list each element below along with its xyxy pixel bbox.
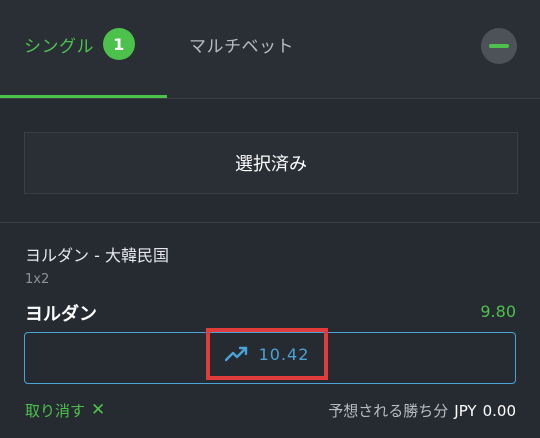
cancel-button[interactable]: 取り消す ✕ [25, 400, 105, 421]
winnings-label: 予想される勝ち分 [328, 402, 449, 420]
match-title: ヨルダン - 大韓民国 [25, 246, 169, 265]
boosted-odds-highlight[interactable]: 10.42 [206, 328, 328, 380]
cancel-label: 取り消す [25, 402, 86, 420]
odds-value: 9.80 [480, 302, 516, 321]
selection-name: ヨルダン [25, 304, 97, 325]
tab-single[interactable]: シングル 1 [24, 28, 135, 60]
tab-multi[interactable]: マルチベット [189, 28, 294, 60]
minus-icon [489, 44, 509, 48]
winnings-currency: JPY [454, 401, 477, 420]
active-tab-indicator [0, 95, 167, 98]
collapse-button[interactable] [481, 28, 517, 64]
bet-type-tabbar: シングル 1 マルチベット [0, 0, 540, 99]
market-type: 1x2 [25, 272, 50, 287]
boosted-odds-value: 10.42 [258, 344, 310, 364]
close-icon: ✕ [91, 400, 106, 420]
selected-section[interactable]: 選択済み [24, 132, 518, 194]
section-divider [0, 222, 540, 223]
winnings-amount: 0.00 [482, 401, 516, 420]
trending-up-icon [224, 346, 249, 362]
tab-single-label: シングル [24, 36, 94, 57]
selection-count-badge: 1 [103, 28, 135, 60]
potential-winnings: 予想される勝ち分 JPY 0.00 [328, 400, 516, 421]
selected-label: 選択済み [235, 154, 307, 175]
tab-multi-label: マルチベット [189, 36, 294, 57]
